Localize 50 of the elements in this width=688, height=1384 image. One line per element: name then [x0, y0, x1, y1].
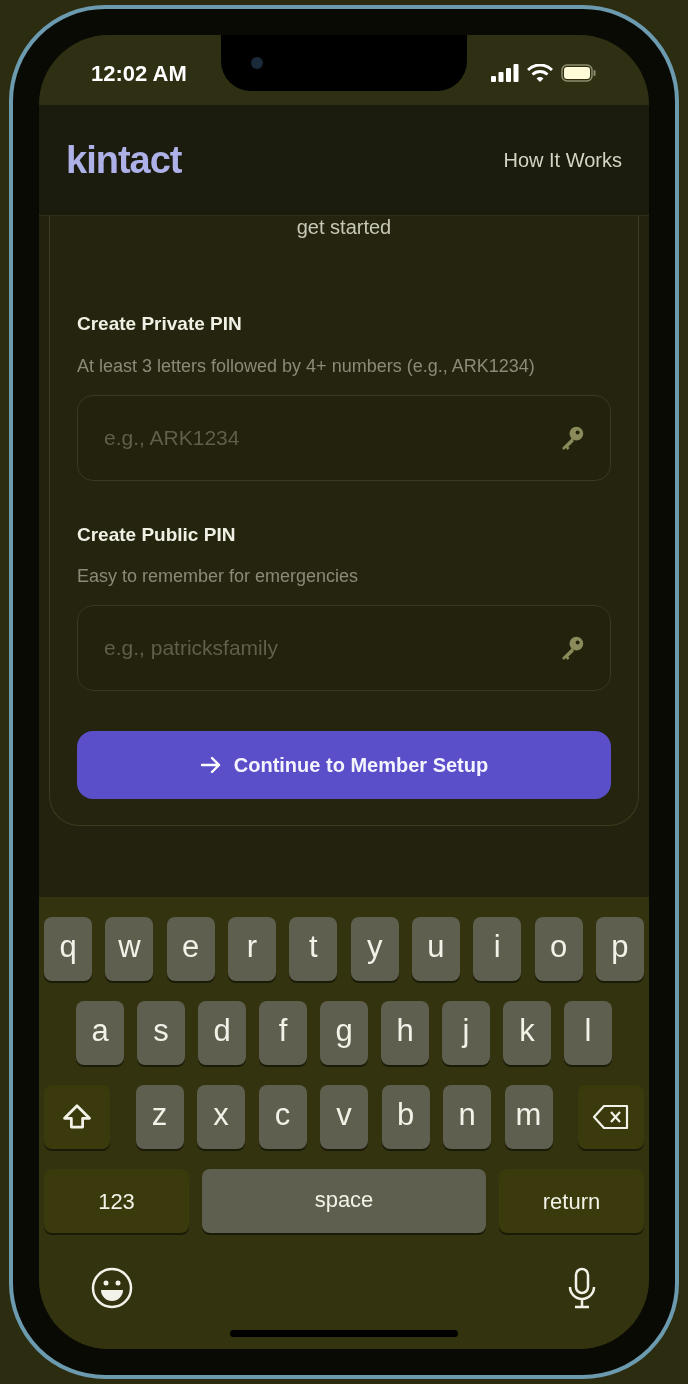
backspace-icon — [592, 1104, 630, 1130]
signal-icon — [491, 64, 519, 82]
microphone-icon — [567, 1267, 597, 1309]
intro-text: get started — [296, 216, 392, 238]
keyboard-key[interactable]: r — [228, 917, 276, 981]
keyboard-key[interactable]: m — [504, 1085, 553, 1149]
field-label: Create Public PIN — [77, 522, 237, 547]
field-hint: Easy to remember for emergencies — [77, 565, 360, 588]
keyboard-key[interactable]: b — [381, 1085, 430, 1149]
shift-arrow-icon — [62, 1103, 92, 1131]
status-time: 12:02 AM — [91, 59, 187, 88]
keyboard-key[interactable]: c — [258, 1085, 307, 1149]
keyboard-key[interactable]: y — [350, 917, 399, 981]
return-key[interactable]: return — [499, 1169, 644, 1233]
keyboard-key[interactable]: d — [198, 1001, 246, 1065]
arrow-right-icon — [199, 756, 222, 774]
keyboard-key[interactable]: h — [381, 1001, 429, 1065]
keyboard-key[interactable]: j — [442, 1001, 490, 1065]
numbers-key[interactable]: 123 — [44, 1169, 189, 1233]
keyboard-key[interactable]: v — [320, 1085, 368, 1149]
keyboard-key[interactable]: q — [44, 917, 92, 981]
pin-input-field[interactable]: e.g., patricksfamily — [77, 605, 611, 691]
keyboard-key[interactable]: n — [443, 1085, 491, 1149]
keyboard-key[interactable]: z — [135, 1085, 184, 1149]
keyboard-key[interactable]: u — [411, 917, 460, 981]
keyboard-key[interactable]: g — [320, 1001, 368, 1065]
how-it-works-link[interactable]: How It Works — [503, 145, 622, 175]
keyboard-key[interactable]: s — [137, 1001, 185, 1065]
field-hint: At least 3 letters followed by 4+ numbers (e.g., ARK1234) — [77, 354, 536, 378]
brand-logo[interactable]: kintact — [66, 131, 182, 189]
delete-key[interactable] — [578, 1085, 644, 1149]
keyboard-key[interactable]: o — [534, 917, 583, 981]
space-key[interactable]: space — [202, 1169, 486, 1233]
keyboard-key[interactable]: k — [503, 1001, 551, 1065]
keyboard-key[interactable]: f — [259, 1001, 307, 1065]
battery-icon — [561, 64, 597, 82]
keyboard-key[interactable]: l — [564, 1001, 612, 1065]
keyboard-key[interactable]: i — [473, 917, 522, 981]
pin-input-field[interactable]: e.g., ARK1234 — [77, 394, 611, 481]
keyboard-key[interactable]: w — [105, 917, 154, 981]
wifi-icon — [527, 63, 553, 83]
shift-key[interactable] — [44, 1085, 110, 1149]
continue-button[interactable]: Continue to Member Setup — [77, 731, 611, 799]
emoji-icon — [91, 1267, 133, 1309]
keyboard-key[interactable]: a — [76, 1001, 124, 1065]
field-label: Create Private PIN — [77, 312, 243, 336]
keyboard-key[interactable]: p — [595, 917, 644, 981]
keyboard-key[interactable]: e — [166, 917, 215, 981]
keyboard-key[interactable]: t — [289, 917, 338, 981]
keyboard-key[interactable]: x — [197, 1085, 245, 1149]
